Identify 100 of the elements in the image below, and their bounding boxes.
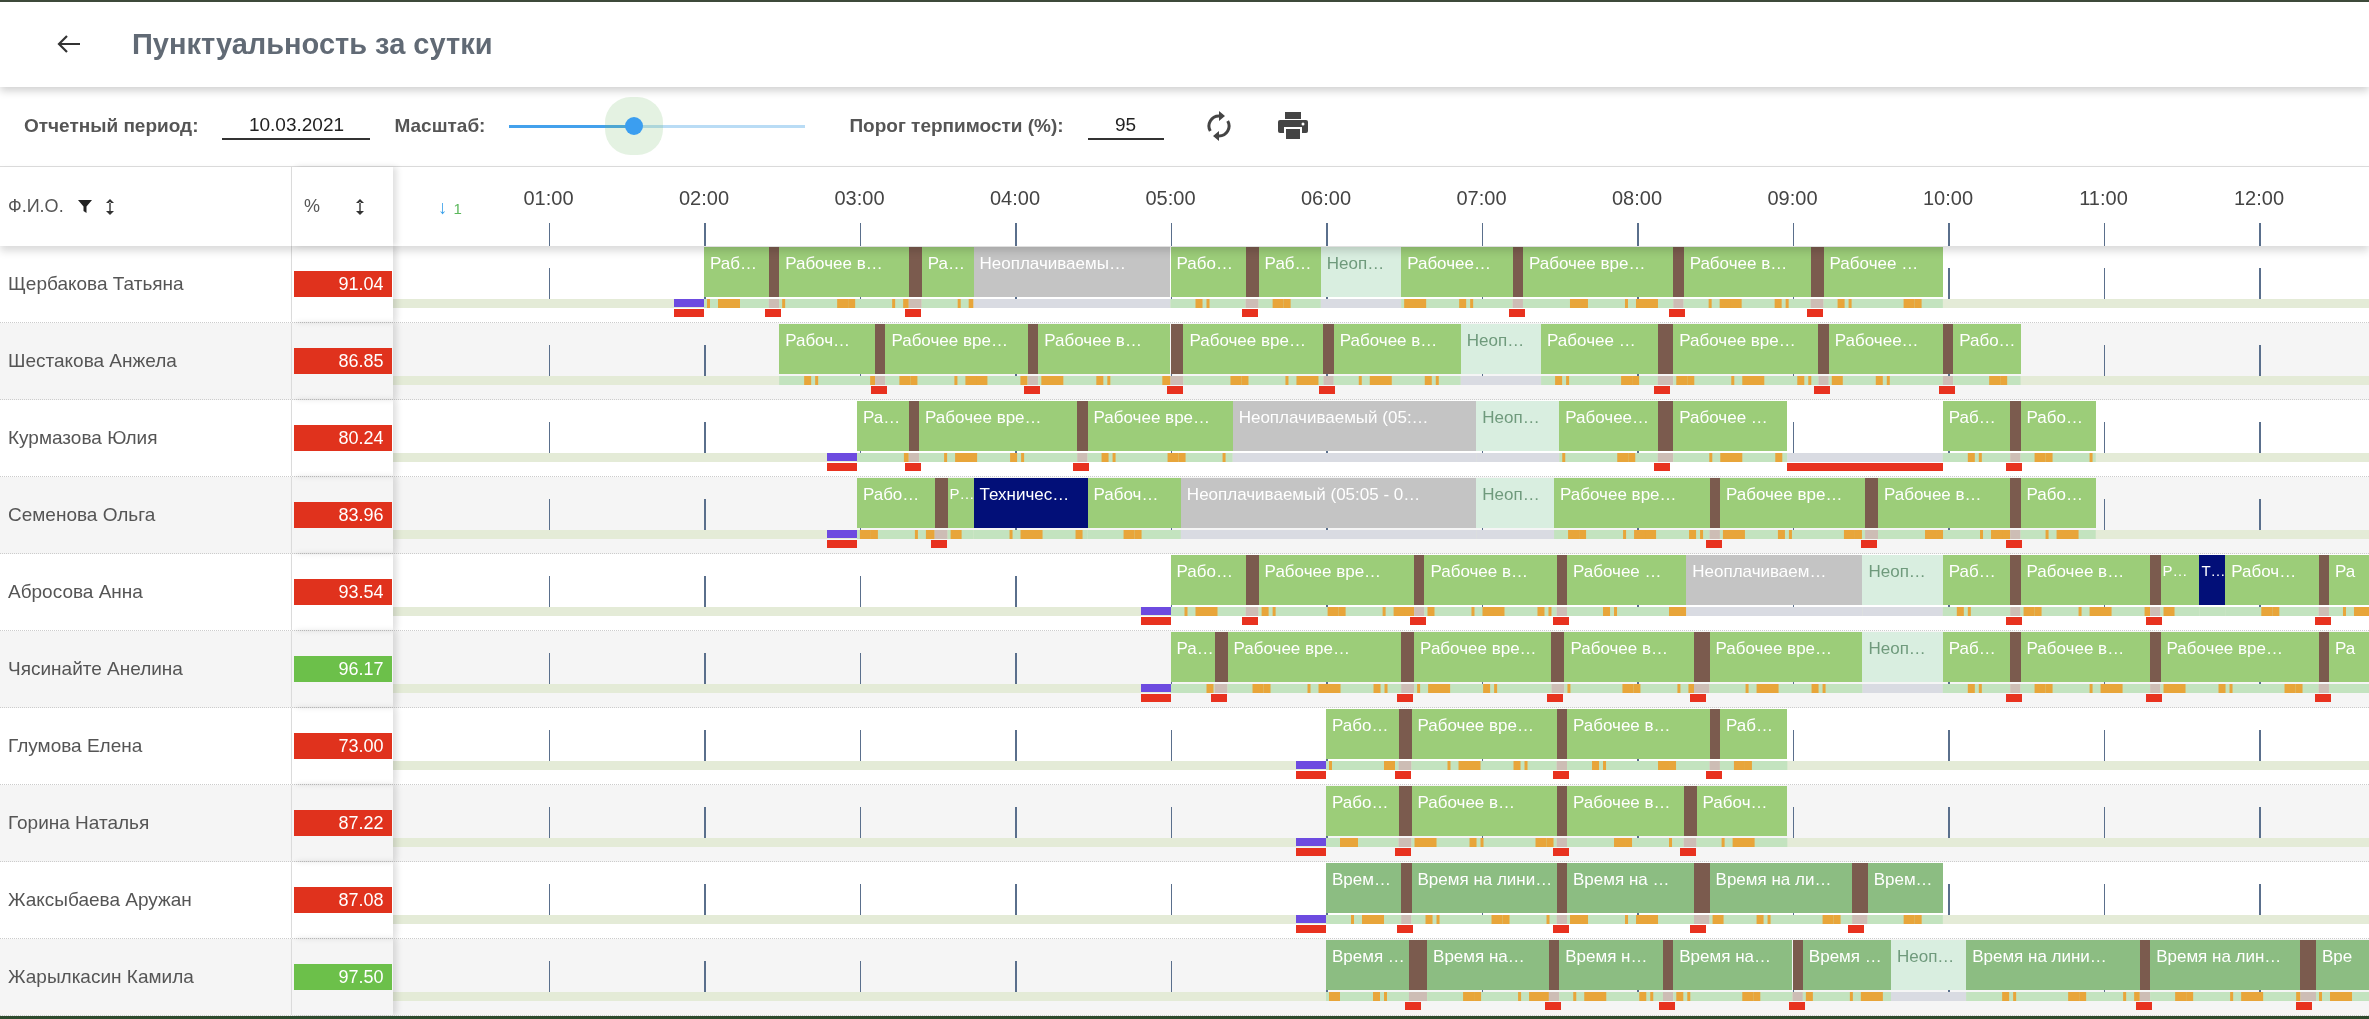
- schedule-block[interactable]: Р…: [947, 478, 974, 528]
- schedule-block[interactable]: Раб…: [1942, 632, 2011, 682]
- schedule-block[interactable]: Время на ли…: [1709, 863, 1853, 913]
- schedule-block[interactable]: Неоп…: [1476, 401, 1560, 451]
- schedule-block[interactable]: Рабочее в…: [1411, 786, 1557, 836]
- schedule-block[interactable]: Вре: [2316, 940, 2369, 990]
- schedule-block[interactable]: Раб…: [1258, 247, 1321, 297]
- schedule-block[interactable]: Рабочее …: [1823, 247, 1943, 297]
- schedule-block[interactable]: Рабочее вре…: [1258, 555, 1415, 605]
- schedule-block[interactable]: Рабочее вре…: [919, 401, 1078, 451]
- schedule-block[interactable]: Ра: [2328, 555, 2369, 605]
- schedule-block[interactable]: Рабо…: [1326, 786, 1399, 836]
- schedule-block[interactable]: Рабоч…: [779, 324, 876, 374]
- schedule-block[interactable]: Время на…: [1673, 940, 1793, 990]
- schedule-block[interactable]: Рабочее вре…: [1414, 632, 1552, 682]
- schedule-block[interactable]: Рабочее вре…: [1709, 632, 1863, 682]
- break-block[interactable]: [2139, 940, 2151, 990]
- break-block[interactable]: [1942, 324, 1954, 374]
- schedule-block[interactable]: Неоп…: [1320, 247, 1402, 297]
- schedule-block[interactable]: Рабочее вре…: [885, 324, 1028, 374]
- schedule-block[interactable]: Рабо…: [1953, 324, 2021, 374]
- schedule-block[interactable]: Ра…: [1170, 632, 1215, 682]
- schedule-block[interactable]: Раб…: [1719, 709, 1788, 759]
- schedule-block[interactable]: Рабоч…: [1696, 786, 1788, 836]
- schedule-block[interactable]: Рабочее в…: [1424, 555, 1557, 605]
- column-header[interactable]: Ф.И.О.: [8, 196, 64, 217]
- break-block[interactable]: [1170, 324, 1184, 374]
- break-block[interactable]: [908, 401, 920, 451]
- break-block[interactable]: [1512, 247, 1523, 297]
- filter-icon[interactable]: [77, 199, 92, 214]
- schedule-block[interactable]: Рабочее …: [1567, 555, 1687, 605]
- schedule-block[interactable]: Рабочее …: [1673, 401, 1788, 451]
- schedule-block[interactable]: Раб…: [1942, 401, 2011, 451]
- schedule-block[interactable]: Время на лини…: [1411, 863, 1557, 913]
- schedule-block[interactable]: Рабочее в…: [1567, 786, 1684, 836]
- break-block[interactable]: [1709, 709, 1720, 759]
- schedule-block[interactable]: Рабо…: [856, 478, 935, 528]
- schedule-block[interactable]: Т…: [2199, 555, 2226, 605]
- schedule-block[interactable]: Рабочее в…: [1567, 709, 1710, 759]
- break-block[interactable]: [2318, 632, 2329, 682]
- column-header[interactable]: %: [304, 196, 320, 217]
- break-block[interactable]: [1709, 478, 1720, 528]
- schedule-block[interactable]: Ра…: [921, 247, 974, 297]
- schedule-block[interactable]: Врем…: [1326, 863, 1402, 913]
- schedule-block[interactable]: Неоплачиваемый (05:05 - 0…: [1180, 478, 1477, 528]
- schedule-block[interactable]: Время н…: [1559, 940, 1663, 990]
- schedule-block[interactable]: Неоп…: [1862, 555, 1943, 605]
- schedule-block[interactable]: Рабочее вре…: [1554, 478, 1710, 528]
- break-block[interactable]: [1556, 786, 1567, 836]
- schedule-block[interactable]: Рабочее…: [1401, 247, 1513, 297]
- break-block[interactable]: [1556, 709, 1567, 759]
- break-block[interactable]: [1662, 940, 1674, 990]
- schedule-block[interactable]: Неоплачиваемы…: [973, 247, 1171, 297]
- schedule-block[interactable]: Рабочее в…: [1683, 247, 1811, 297]
- break-block[interactable]: [875, 324, 886, 374]
- schedule-block[interactable]: Неоп…: [1890, 940, 1967, 990]
- period-field[interactable]: 10.03.2021: [222, 112, 371, 141]
- schedule-block[interactable]: Время на …: [1567, 863, 1694, 913]
- schedule-block[interactable]: Неоплачиваем…: [1686, 555, 1863, 605]
- threshold-field[interactable]: 95: [1087, 112, 1164, 141]
- schedule-block[interactable]: Рабочее в…: [1878, 478, 2011, 528]
- schedule-block[interactable]: Рабо…: [1170, 247, 1246, 297]
- schedule-block[interactable]: Рабоч…: [1087, 478, 1181, 528]
- break-block[interactable]: [1556, 863, 1567, 913]
- schedule-block[interactable]: Рабочее в…: [1564, 632, 1694, 682]
- schedule-block[interactable]: Рабочее в…: [2020, 555, 2151, 605]
- schedule-block[interactable]: Неоп…: [1476, 478, 1555, 528]
- schedule-block[interactable]: Техничес…: [973, 478, 1088, 528]
- schedule-block[interactable]: Рабо…: [1326, 709, 1399, 759]
- break-block[interactable]: [1548, 940, 1560, 990]
- schedule-block[interactable]: Рабочее в…: [779, 247, 909, 297]
- schedule-block[interactable]: Раб…: [704, 247, 769, 297]
- schedule-block[interactable]: Рабочее в…: [1038, 324, 1171, 374]
- schedule-block[interactable]: Рабочее вре…: [1522, 247, 1674, 297]
- schedule-block[interactable]: Рабочее вре…: [1087, 401, 1233, 451]
- break-block[interactable]: [2318, 555, 2329, 605]
- break-block[interactable]: [768, 247, 780, 297]
- schedule-block[interactable]: Время …: [1326, 940, 1409, 990]
- schedule-block[interactable]: Время …: [1802, 940, 1891, 990]
- schedule-block[interactable]: Рабоч…: [2225, 555, 2319, 605]
- schedule-block[interactable]: Неоп…: [1862, 632, 1943, 682]
- schedule-block[interactable]: Рабочее в…: [2020, 632, 2151, 682]
- break-block[interactable]: [1027, 324, 1039, 374]
- break-block[interactable]: [1414, 555, 1425, 605]
- break-block[interactable]: [1792, 940, 1803, 990]
- schedule-block[interactable]: Рабочее вре…: [1719, 478, 1866, 528]
- schedule-block[interactable]: Рабо…: [2020, 478, 2096, 528]
- sort-icon[interactable]: [356, 198, 364, 215]
- schedule-block[interactable]: Ра: [2328, 632, 2369, 682]
- schedule-block[interactable]: Время на лини…: [1966, 940, 2140, 990]
- schedule-block[interactable]: Раб…: [1942, 555, 2011, 605]
- break-block[interactable]: [1551, 632, 1565, 682]
- sort-icon[interactable]: [105, 198, 114, 215]
- schedule-block[interactable]: Рабочее вре…: [1183, 324, 1324, 374]
- schedule-block[interactable]: Р…: [2160, 555, 2200, 605]
- schedule-block[interactable]: Ра…: [856, 401, 909, 451]
- schedule-block[interactable]: Рабочее в…: [1333, 324, 1461, 374]
- schedule-block[interactable]: Врем…: [1867, 863, 1943, 913]
- schedule-block[interactable]: Время на лин…: [2150, 940, 2301, 990]
- schedule-block[interactable]: Рабочее…: [1828, 324, 1943, 374]
